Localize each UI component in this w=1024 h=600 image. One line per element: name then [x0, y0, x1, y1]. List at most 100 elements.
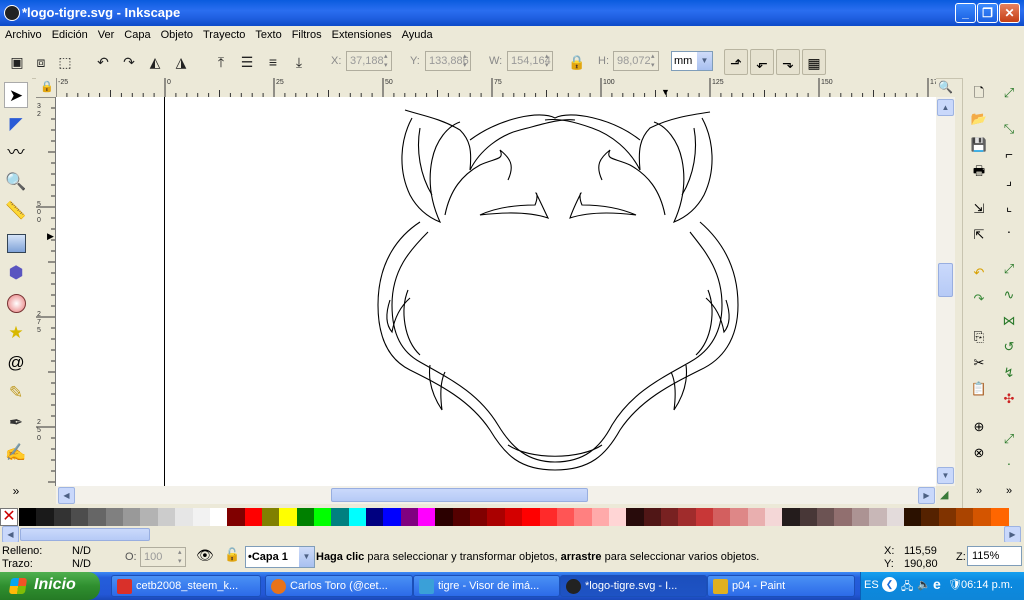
color-swatch[interactable] — [765, 508, 784, 526]
ellipse-tool-icon[interactable] — [4, 290, 28, 316]
move-patterns-button[interactable]: ▦ — [802, 49, 826, 75]
snap-bbox-icon[interactable]: ⤡ — [998, 118, 1020, 140]
color-swatch[interactable] — [713, 508, 732, 526]
scale-stroke-button[interactable]: ⬏ — [724, 49, 748, 75]
color-swatch[interactable] — [366, 508, 385, 526]
scale-corners-button[interactable]: ⬐ — [750, 49, 774, 75]
import-icon[interactable]: ⇲ — [968, 198, 990, 220]
menu-extensiones[interactable]: Extensiones — [327, 26, 397, 41]
w-field[interactable]: 154,164 — [507, 51, 553, 71]
color-swatch[interactable] — [955, 508, 974, 526]
snap-paths-icon[interactable]: ∿ — [998, 284, 1020, 306]
color-swatch[interactable] — [539, 508, 558, 526]
color-swatch[interactable] — [123, 508, 142, 526]
color-swatch[interactable] — [903, 508, 922, 526]
star-tool-icon[interactable]: ★ — [4, 320, 28, 346]
lock-icon[interactable]: 🔒 — [566, 51, 588, 73]
color-swatch[interactable] — [175, 508, 194, 526]
y-field[interactable]: 133,886 — [425, 51, 471, 71]
menu-edicion[interactable]: Edición — [47, 26, 93, 41]
task-item-image-viewer[interactable]: tigre - Visor de imá... — [413, 575, 560, 597]
menu-texto[interactable]: Texto — [250, 26, 286, 41]
lock-guides-icon[interactable]: 🔒 — [40, 80, 54, 93]
color-swatch[interactable] — [105, 508, 124, 526]
color-swatch[interactable] — [921, 508, 940, 526]
minimize-button[interactable]: _ — [955, 3, 976, 23]
raise-to-top-icon[interactable]: ⤒ — [210, 51, 232, 73]
color-swatch[interactable] — [36, 508, 55, 526]
x-field[interactable]: 37,188 — [346, 51, 392, 71]
color-swatch[interactable] — [817, 508, 836, 526]
color-swatch[interactable] — [504, 508, 523, 526]
zoom-tool-icon[interactable]: 🔍 — [4, 169, 28, 195]
color-swatch[interactable] — [209, 508, 228, 526]
color-swatch[interactable] — [574, 508, 593, 526]
snap-bbox-corner-icon[interactable]: ⌟ — [998, 170, 1020, 192]
calligraphy-tool-icon[interactable]: ✍ — [4, 440, 28, 466]
snap-centers-icon[interactable]: ✣ — [998, 388, 1020, 410]
color-swatch[interactable] — [418, 508, 437, 526]
task-item-pdf[interactable]: cetb2008_steem_k... — [111, 575, 261, 597]
color-swatch[interactable] — [869, 508, 888, 526]
save-icon[interactable]: 💾 — [968, 134, 990, 156]
open-icon[interactable]: 📂 — [968, 108, 990, 130]
select-all-icon[interactable]: ▣ — [6, 51, 28, 73]
color-swatch[interactable] — [660, 508, 679, 526]
color-swatch[interactable] — [487, 508, 506, 526]
opacity-field[interactable]: 100 — [140, 547, 186, 567]
flip-vertical-icon[interactable]: ◮ — [170, 51, 192, 73]
lower-to-bottom-icon[interactable]: ⤓ — [288, 51, 310, 73]
horizontal-scroll-thumb[interactable] — [331, 488, 588, 502]
zoom-selection-icon[interactable]: ⊕ — [968, 416, 990, 438]
zoom-fit-icon[interactable]: 🔍 — [938, 80, 953, 94]
task-item-inkscape[interactable]: *logo-tigre.svg - I... — [560, 575, 707, 597]
color-swatch[interactable] — [400, 508, 419, 526]
volume-icon[interactable]: 🔈 — [917, 578, 931, 591]
close-button[interactable]: ✕ — [999, 3, 1020, 23]
cut-icon[interactable]: ✂ — [968, 352, 990, 374]
maximize-button[interactable]: ❐ — [977, 3, 998, 23]
color-swatch[interactable] — [88, 508, 107, 526]
vertical-scrollbar[interactable]: ▲ ▼ — [936, 97, 955, 486]
deselect-icon[interactable]: ⬚ — [54, 51, 76, 73]
snap-grid-icon[interactable]: ⋅ — [998, 454, 1020, 476]
scroll-left-arrow[interactable]: ◀ — [58, 487, 75, 504]
color-swatch[interactable] — [643, 508, 662, 526]
snap-smooth-nodes-icon[interactable]: ↺ — [998, 336, 1020, 358]
snap-nodes-icon[interactable]: ⤢ — [998, 258, 1020, 280]
menu-ayuda[interactable]: Ayuda — [397, 26, 438, 41]
color-swatch[interactable] — [53, 508, 72, 526]
selector-tool-icon[interactable]: ➤ — [4, 82, 28, 108]
color-swatch[interactable] — [279, 508, 298, 526]
palette-scroll-right-arrow[interactable]: ▶ — [1004, 526, 1021, 543]
color-swatch[interactable] — [331, 508, 350, 526]
scroll-right-arrow[interactable]: ▶ — [918, 487, 935, 504]
pencil-tool-icon[interactable]: ✎ — [4, 380, 28, 406]
snap-intersections-icon[interactable]: ⋈ — [998, 310, 1020, 332]
horizontal-ruler[interactable]: -25 0 25 50 75 100 125 150 175 ▼ — [56, 78, 936, 98]
unit-select[interactable]: mm ▼ — [671, 51, 713, 71]
stroke-value[interactable]: N/D — [72, 558, 91, 570]
tray-arrow-icon[interactable]: ❮ — [882, 577, 897, 592]
color-swatch[interactable] — [678, 508, 697, 526]
start-button[interactable]: Inicio — [0, 572, 100, 600]
color-swatch[interactable] — [591, 508, 610, 526]
color-swatch[interactable] — [313, 508, 332, 526]
spiral-tool-icon[interactable]: @ — [4, 350, 28, 376]
measure-tool-icon[interactable]: 📏 — [4, 198, 28, 224]
color-swatch[interactable] — [782, 508, 801, 526]
snap-midpoints-icon[interactable]: ↯ — [998, 362, 1020, 384]
color-swatch[interactable] — [608, 508, 627, 526]
vertical-scroll-thumb[interactable] — [938, 263, 953, 297]
fill-value[interactable]: N/D — [72, 545, 91, 557]
color-swatch[interactable] — [556, 508, 575, 526]
tweak-tool-icon[interactable]: 〰 — [4, 140, 28, 166]
rectangle-tool-icon[interactable] — [4, 230, 28, 256]
lower-icon[interactable]: ≡ — [262, 51, 284, 73]
color-swatch[interactable] — [973, 508, 992, 526]
redo-icon[interactable]: ↷ — [968, 288, 990, 310]
network-icon[interactable]: 🖧 — [901, 578, 913, 597]
horizontal-scrollbar[interactable]: ◀ ▶ — [56, 486, 936, 504]
color-swatch[interactable] — [470, 508, 489, 526]
task-item-paint[interactable]: p04 - Paint — [707, 575, 855, 597]
